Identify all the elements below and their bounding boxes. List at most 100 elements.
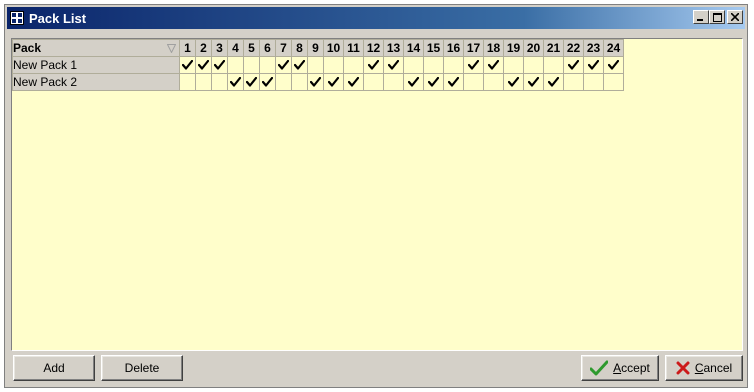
checkmark-icon <box>294 60 305 70</box>
button-bar: Add Delete Accept Cancel <box>11 353 743 383</box>
grid-cell[interactable] <box>423 56 444 74</box>
grid-cell[interactable] <box>307 73 324 91</box>
grid-cell[interactable] <box>403 73 424 91</box>
column-header-19[interactable]: 19 <box>503 39 524 57</box>
checkmark-icon <box>548 77 559 87</box>
close-button[interactable] <box>727 10 743 24</box>
column-header-21[interactable]: 21 <box>543 39 564 57</box>
column-header-6[interactable]: 6 <box>259 39 276 57</box>
grid-cell[interactable] <box>291 73 308 91</box>
grid-cell[interactable] <box>603 73 624 91</box>
filter-icon[interactable] <box>167 44 176 53</box>
cancel-button-label: Cancel <box>694 361 733 375</box>
grid-cell[interactable] <box>323 73 344 91</box>
grid-cell[interactable] <box>483 56 504 74</box>
grid-cell[interactable] <box>603 56 624 74</box>
column-header-18[interactable]: 18 <box>483 39 504 57</box>
column-header-3[interactable]: 3 <box>211 39 228 57</box>
grid-cell[interactable] <box>195 56 212 74</box>
grid-cell[interactable] <box>211 73 228 91</box>
column-header-23[interactable]: 23 <box>583 39 604 57</box>
grid-cell[interactable] <box>307 56 324 74</box>
grid-cell[interactable] <box>503 56 524 74</box>
grid-cell[interactable] <box>523 56 544 74</box>
grid-cell[interactable] <box>383 73 404 91</box>
column-header-2[interactable]: 2 <box>195 39 212 57</box>
grid-cell[interactable] <box>179 73 196 91</box>
grid-cell[interactable] <box>523 73 544 91</box>
column-header-5[interactable]: 5 <box>243 39 260 57</box>
grid-cell[interactable] <box>275 56 292 74</box>
column-header-10[interactable]: 10 <box>323 39 344 57</box>
column-header-16[interactable]: 16 <box>443 39 464 57</box>
column-header-1[interactable]: 1 <box>179 39 196 57</box>
column-header-8[interactable]: 8 <box>291 39 308 57</box>
checkmark-icon <box>230 77 241 87</box>
grid-cell[interactable] <box>243 56 260 74</box>
grid-cell[interactable] <box>443 56 464 74</box>
maximize-icon <box>712 12 722 22</box>
grid-cell[interactable] <box>503 73 524 91</box>
grid-cell[interactable] <box>227 56 244 74</box>
pack-grid[interactable]: Pack 1 2 3 4 5 6 7 8 9 10 11 12 13 14 15 16 17 18 19 20 21 22 2… <box>11 38 743 351</box>
maximize-button[interactable] <box>709 10 725 24</box>
column-header-15[interactable]: 15 <box>423 39 444 57</box>
accept-button[interactable]: Accept <box>581 355 659 381</box>
column-header-14[interactable]: 14 <box>403 39 424 57</box>
checkmark-icon <box>588 60 599 70</box>
checkmark-icon <box>590 360 609 376</box>
add-button[interactable]: Add <box>13 355 95 381</box>
column-header-22[interactable]: 22 <box>563 39 584 57</box>
column-header-17[interactable]: 17 <box>463 39 484 57</box>
grid-cell[interactable] <box>179 56 196 74</box>
table-row[interactable]: New Pack 2 <box>12 73 624 91</box>
column-header-13[interactable]: 13 <box>383 39 404 57</box>
column-header-4[interactable]: 4 <box>227 39 244 57</box>
checkmark-icon <box>214 60 225 70</box>
grid-cell[interactable] <box>483 73 504 91</box>
grid-cell[interactable] <box>463 73 484 91</box>
pack-column-header[interactable]: Pack <box>12 39 180 57</box>
column-header-24[interactable]: 24 <box>603 39 624 57</box>
grid-cell[interactable] <box>383 56 404 74</box>
column-header-11[interactable]: 11 <box>343 39 364 57</box>
column-header-20[interactable]: 20 <box>523 39 544 57</box>
table-row[interactable]: New Pack 1 <box>12 56 624 74</box>
row-pack-name[interactable]: New Pack 1 <box>12 56 180 74</box>
grid-cell[interactable] <box>343 56 364 74</box>
title-bar[interactable]: Pack List <box>7 7 745 29</box>
grid-cell[interactable] <box>403 56 424 74</box>
grid-cell[interactable] <box>363 56 384 74</box>
grid-cell[interactable] <box>463 56 484 74</box>
grid-cell[interactable] <box>323 56 344 74</box>
checkmark-icon <box>508 77 519 87</box>
grid-cell[interactable] <box>227 73 244 91</box>
grid-cell[interactable] <box>195 73 212 91</box>
grid-cell[interactable] <box>563 73 584 91</box>
grid-cell[interactable] <box>443 73 464 91</box>
cancel-button[interactable]: Cancel <box>665 355 743 381</box>
delete-button[interactable]: Delete <box>101 355 183 381</box>
grid-cell[interactable] <box>543 73 564 91</box>
row-pack-name[interactable]: New Pack 2 <box>12 73 180 91</box>
grid-cell[interactable] <box>583 73 604 91</box>
grid-cell[interactable] <box>583 56 604 74</box>
grid-cell[interactable] <box>543 56 564 74</box>
grid-cell[interactable] <box>291 56 308 74</box>
column-header-12[interactable]: 12 <box>363 39 384 57</box>
checkmark-icon <box>368 60 379 70</box>
grid-cell[interactable] <box>423 73 444 91</box>
grid-cell[interactable] <box>363 73 384 91</box>
pack-list-window: Pack List Pack 1 2 3 4 5 6 7 8 9 10 11 12 13 14 15 16 17 1… <box>4 4 748 388</box>
column-header-9[interactable]: 9 <box>307 39 324 57</box>
grid-cell[interactable] <box>259 73 276 91</box>
grid-cell[interactable] <box>563 56 584 74</box>
add-button-label: Add <box>43 361 65 375</box>
grid-cell[interactable] <box>275 73 292 91</box>
grid-cell[interactable] <box>211 56 228 74</box>
column-header-7[interactable]: 7 <box>275 39 292 57</box>
grid-cell[interactable] <box>343 73 364 91</box>
minimize-button[interactable] <box>693 10 709 24</box>
grid-cell[interactable] <box>259 56 276 74</box>
grid-cell[interactable] <box>243 73 260 91</box>
